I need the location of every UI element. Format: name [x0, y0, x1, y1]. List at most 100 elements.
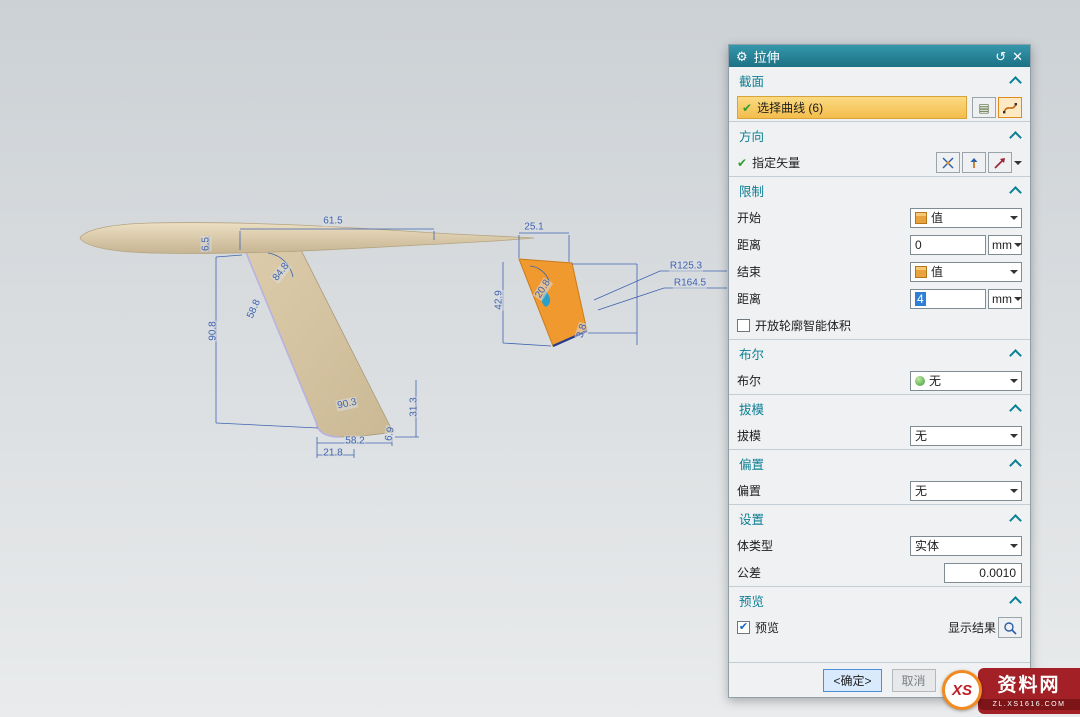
section-boolean: 布尔 布尔 无 [729, 339, 1030, 394]
curve-rule-button[interactable]: ▤ [972, 97, 996, 118]
section-preview: 预览 ✔ 预览 显示结果 [729, 586, 1030, 641]
section-header-settings[interactable]: 设置 [729, 505, 1030, 532]
start-distance-input[interactable]: 0 [910, 235, 986, 255]
dialog-title: 拉伸 [754, 47, 990, 66]
show-result-label: 显示结果 [948, 619, 996, 636]
tolerance-input[interactable]: 0.0010 [944, 563, 1022, 583]
dropdown-arrow-icon[interactable] [1014, 161, 1022, 165]
dim-label: 31.3 [409, 396, 420, 417]
dim-label: 21.8 [322, 448, 343, 459]
section-header-label: 布尔 [739, 344, 764, 363]
fuselage-body[interactable] [80, 223, 534, 254]
watermark: XS 资料网 ZL.XS1616.COM [978, 668, 1080, 714]
end-unit-dropdown[interactable]: mm [988, 289, 1022, 309]
checkmark-icon: ✔ [737, 156, 747, 170]
chevron-up-icon[interactable] [1009, 404, 1022, 417]
offset-dropdown[interactable]: 无 [910, 481, 1022, 501]
select-curve-label: 选择曲线 (6) [757, 99, 823, 116]
unit-label: mm [992, 238, 1012, 252]
offset-value: 无 [915, 482, 1006, 499]
specify-vector-label: 指定矢量 [752, 154, 800, 171]
preview-checkbox[interactable]: ✔ [737, 621, 750, 634]
offset-label: 偏置 [737, 482, 761, 499]
chevron-up-icon[interactable] [1009, 186, 1022, 199]
boolean-dropdown[interactable]: 无 [910, 371, 1022, 391]
reverse-arrow-icon [967, 156, 981, 170]
vector-dialog-button[interactable] [936, 152, 960, 173]
boolean-label: 布尔 [737, 372, 761, 389]
draft-value: 无 [915, 427, 1006, 444]
end-distance-input[interactable]: 4 [910, 289, 986, 309]
start-method-dropdown[interactable]: 值 [910, 208, 1022, 228]
dropdown-arrow-icon [1010, 544, 1018, 548]
start-distance-label: 距离 [737, 236, 761, 253]
chevron-up-icon[interactable] [1009, 349, 1022, 362]
body-type-value: 实体 [915, 537, 1006, 554]
watermark-url: ZL.XS1616.COM [978, 699, 1080, 710]
undo-icon[interactable]: ↺ [995, 50, 1006, 63]
end-method-dropdown[interactable]: 值 [910, 262, 1022, 282]
dropdown-arrow-icon [1014, 243, 1022, 247]
vector-method-button[interactable] [988, 152, 1012, 173]
cancel-button[interactable]: 取消 [892, 669, 936, 692]
dropdown-arrow-icon [1010, 216, 1018, 220]
dim-label: 42.9 [494, 289, 505, 310]
vector-constructor-icon [941, 156, 955, 170]
end-label: 结束 [737, 263, 761, 280]
boolean-value: 无 [929, 372, 1006, 389]
section-header-label: 限制 [739, 181, 764, 200]
dropdown-arrow-icon [1014, 297, 1022, 301]
draft-dropdown[interactable]: 无 [910, 426, 1022, 446]
watermark-logo: XS [942, 670, 982, 710]
dropdown-arrow-icon [1010, 434, 1018, 438]
show-result-button[interactable] [998, 617, 1022, 638]
section-header-preview[interactable]: 预览 [729, 587, 1030, 614]
sphere-icon [915, 376, 925, 386]
select-curve-field[interactable]: ✔ 选择曲线 (6) [737, 96, 967, 119]
section-header-label: 设置 [739, 509, 764, 528]
dim-label: 61.5 [322, 216, 343, 227]
unit-label: mm [992, 292, 1012, 306]
cube-icon [915, 212, 927, 224]
chevron-up-icon[interactable] [1009, 514, 1022, 527]
section-header-draft[interactable]: 拔模 [729, 395, 1030, 422]
cube-icon [915, 266, 927, 278]
tolerance-value: 0.0010 [979, 566, 1016, 580]
body-type-dropdown[interactable]: 实体 [910, 536, 1022, 556]
chevron-up-icon[interactable] [1009, 76, 1022, 89]
section-header-direction[interactable]: 方向 [729, 122, 1030, 149]
section-limits: 限制 开始 值 距离 0 [729, 176, 1030, 339]
section-header-curve[interactable]: 截面 [729, 67, 1030, 94]
end-distance-value: 4 [915, 292, 926, 306]
start-distance-value: 0 [915, 238, 922, 252]
ok-button[interactable]: <确定> [823, 669, 881, 692]
dropdown-arrow-icon [1010, 270, 1018, 274]
curve-icon [1002, 101, 1018, 115]
inferred-vector-icon [992, 156, 1008, 170]
chevron-up-icon[interactable] [1009, 459, 1022, 472]
section-header-limits[interactable]: 限制 [729, 177, 1030, 204]
close-icon[interactable]: ✕ [1012, 50, 1023, 63]
sketch-section-button[interactable] [998, 97, 1022, 118]
section-header-label: 拔模 [739, 399, 764, 418]
open-profile-checkbox[interactable] [737, 319, 750, 332]
checkmark-icon: ✔ [742, 101, 752, 115]
section-header-label: 偏置 [739, 454, 764, 473]
chevron-up-icon[interactable] [1009, 131, 1022, 144]
tolerance-label: 公差 [737, 564, 761, 581]
section-header-boolean[interactable]: 布尔 [729, 340, 1030, 367]
gear-icon: ⚙ [736, 50, 748, 63]
section-header-offset[interactable]: 偏置 [729, 450, 1030, 477]
dialog-titlebar[interactable]: ⚙ 拉伸 ↺ ✕ [729, 45, 1030, 67]
dropdown-arrow-icon [1010, 489, 1018, 493]
start-method-value: 值 [931, 209, 1006, 226]
start-unit-dropdown[interactable]: mm [988, 235, 1022, 255]
extrude-dialog: ⚙ 拉伸 ↺ ✕ 截面 ✔ 选择曲线 (6) ▤ [728, 44, 1031, 698]
section-direction: 方向 ✔ 指定矢量 [729, 121, 1030, 176]
chevron-up-icon[interactable] [1009, 596, 1022, 609]
reverse-direction-button[interactable] [962, 152, 986, 173]
section-header-label: 方向 [739, 126, 764, 145]
tail-fin-body[interactable] [245, 250, 393, 437]
list-icon: ▤ [978, 101, 989, 115]
dim-label: 90.8 [208, 320, 219, 341]
